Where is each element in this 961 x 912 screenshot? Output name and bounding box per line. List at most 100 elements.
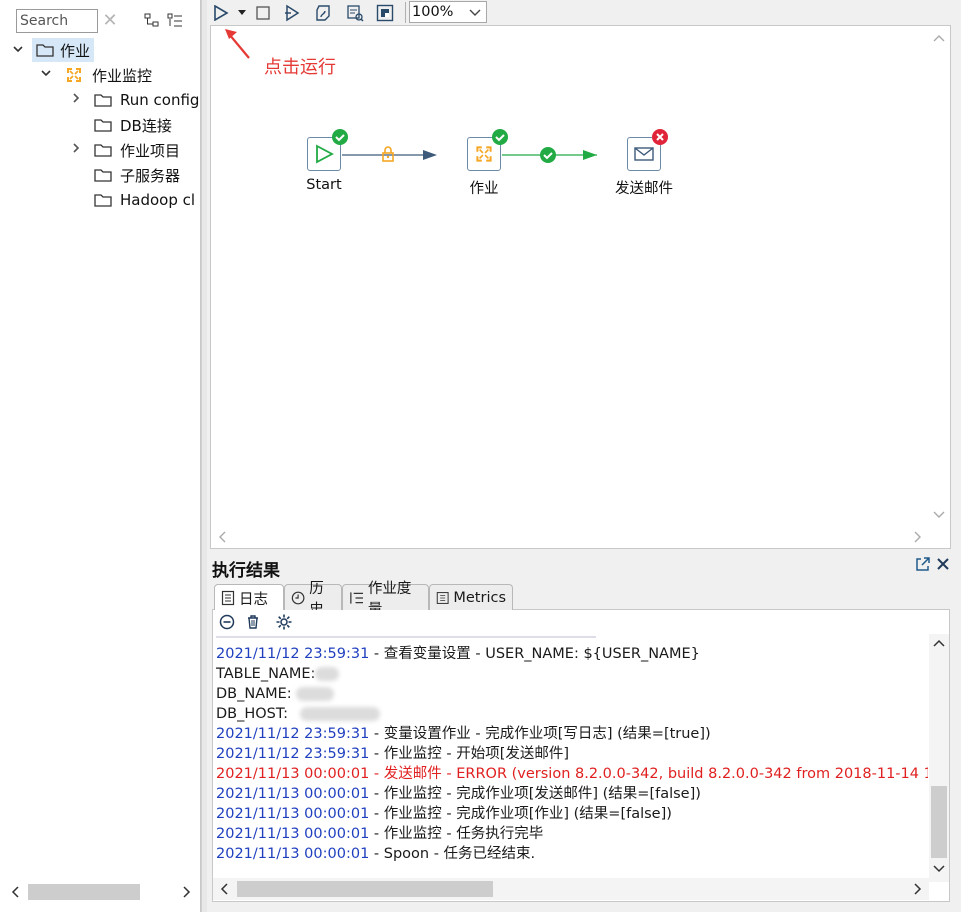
folder-icon [94,119,112,132]
export-icon[interactable] [913,554,933,574]
job-icon [67,68,81,82]
log-message: - 作业监控 - 任务执行完毕 [369,826,544,842]
tab-metrics[interactable]: Metrics [429,584,513,610]
results-title: 执行结果 [212,561,280,581]
tab-label: 日志 [239,591,268,608]
node-error-icon [652,129,668,145]
left-horizontal-scrollbar[interactable] [10,882,194,902]
log-text-area[interactable]: 2021/11/12 23:59:31 - 查看变量设置 - USER_NAME… [216,634,928,882]
job-canvas[interactable]: 点击运行 Start 作业 发送邮件 [210,25,951,549]
zoom-select[interactable]: 100% [409,1,487,23]
log-message: - Spoon - 任务已经结束. [369,846,536,862]
trash-icon[interactable] [245,614,261,630]
analyze-icon[interactable] [375,3,395,23]
stop-icon[interactable] [253,3,273,23]
log-line: DB_HOST: [216,704,928,724]
run-dropdown-icon[interactable] [235,3,249,23]
tree-item-label: Run config [120,91,200,109]
search-input[interactable] [16,9,98,33]
log-icon [221,590,235,606]
chevron-down-icon [469,9,481,16]
canvas-horizontal-scrollbar[interactable] [213,528,929,546]
mail-icon [634,147,654,161]
tab-history[interactable]: 历史 [284,581,342,618]
chevron-right-icon[interactable] [70,92,94,108]
folder-icon [36,44,54,57]
debug-icon[interactable] [313,3,333,23]
log-message: - 作业监控 - 完成作业项[发送邮件] (结果=[false]) [369,786,701,802]
chevron-down-icon[interactable] [12,43,32,58]
tab-label: Metrics [453,589,506,606]
collapse-tree-icon[interactable] [143,10,161,30]
clear-log-icon[interactable] [219,614,235,630]
left-panel: ✕ 作业 作业监控 Run config DB连接 [0,0,201,912]
tree-item-slave-servers[interactable]: 子服务器 [94,163,180,187]
tree-item-db-connections[interactable]: DB连接 [94,113,172,137]
job-icon [476,146,492,162]
log-vertical-scrollbar[interactable] [929,634,949,882]
log-timestamp: 2021/11/12 23:59:31 [216,726,370,742]
log-message: DB_NAME: [216,686,292,702]
log-message: TABLE_NAME: [216,666,316,682]
log-line: 2021/11/13 00:00:01 - Spoon - 任务已经结束. [216,844,928,864]
folder-icon [94,94,112,107]
panel-divider[interactable] [201,0,207,912]
log-message: - 发送邮件 - ERROR (version 8.2.0.0-342, bui… [369,766,928,782]
log-horizontal-scrollbar[interactable] [213,878,929,900]
log-message: DB_HOST: [216,706,289,722]
log-line: 2021/11/12 23:59:31 - 查看变量设置 - USER_NAME… [216,644,928,664]
results-tabs: 日志 历史 作业度量 Metrics [212,581,950,618]
play-icon [316,144,334,164]
settings-icon[interactable] [275,613,293,631]
log-line: 2021/11/12 23:59:31 - 作业监控 - 开始项[发送邮件] [216,744,928,764]
play-icon[interactable] [211,3,231,23]
tree-item-label: 作业项目 [120,141,181,160]
log-message: - 作业监控 - 完成作业项[作业] (结果=[false]) [369,806,672,822]
log-timestamp: 2021/11/12 23:59:31 [216,746,370,762]
tree-item-label: DB连接 [120,116,172,135]
log-message: - 作业监控 - 开始项[发送邮件] [369,746,570,762]
node-label: 作业 [469,181,499,197]
chevron-down-icon[interactable] [40,67,64,83]
redacted-value [315,667,340,681]
tree-item-job-entries[interactable]: 作业项目 [70,138,180,162]
close-icon[interactable] [933,554,953,574]
redacted-value [295,687,334,701]
node-label: 发送邮件 [615,181,673,197]
log-panel: 2021/11/12 23:59:31 - 查看变量设置 - USER_NAME… [212,610,950,902]
canvas-vertical-scrollbar[interactable] [930,28,948,524]
zoom-value: 100% [412,4,454,20]
log-timestamp: 2021/11/12 23:59:31 [216,646,370,662]
tree-item-run-config[interactable]: Run config [70,88,199,112]
folder-icon [94,169,112,182]
job-hops [342,150,597,160]
log-line: 2021/11/12 23:59:31 - 变量设置作业 - 完成作业项[写日志… [216,724,928,744]
redacted-value [300,707,381,721]
log-timestamp: 2021/11/13 00:00:01 [216,806,370,822]
log-line-error: 2021/11/13 00:00:01 - 发送邮件 - ERROR (vers… [216,764,928,784]
log-toolbar [213,610,951,634]
tab-log[interactable]: 日志 [214,584,284,611]
clear-search-icon[interactable]: ✕ [100,10,120,31]
tree-item-label: 作业 [60,41,91,60]
toolbar-separator [405,2,406,23]
preview-icon[interactable] [283,3,303,23]
log-message: - 变量设置作业 - 完成作业项[写日志] (结果=[true]) [369,726,711,742]
node-success-icon [332,129,348,145]
log-message: - 查看变量设置 - USER_NAME: ${USER_NAME} [369,646,700,662]
expand-tree-icon[interactable] [166,10,184,30]
tree-item-label: 子服务器 [120,166,181,185]
sql-icon[interactable] [345,3,365,23]
tab-job-metrics[interactable]: 作业度量 [342,581,429,618]
log-line-partial [216,634,928,644]
tree-item-hadoop-clusters[interactable]: Hadoop cl [94,188,200,212]
log-line: TABLE_NAME: [216,664,928,684]
log-line: 2021/11/13 00:00:01 - 作业监控 - 完成作业项[作业] (… [216,804,928,824]
chevron-right-icon[interactable] [70,142,94,158]
node-success-icon [492,129,508,145]
tree-item-job-monitor[interactable]: 作业监控 [40,63,152,87]
log-timestamp: 2021/11/13 00:00:01 [216,786,370,802]
metrics-icon [436,591,449,604]
hop-success-icon [540,147,556,163]
tree-item-jobs-root[interactable]: 作业 [12,38,95,62]
